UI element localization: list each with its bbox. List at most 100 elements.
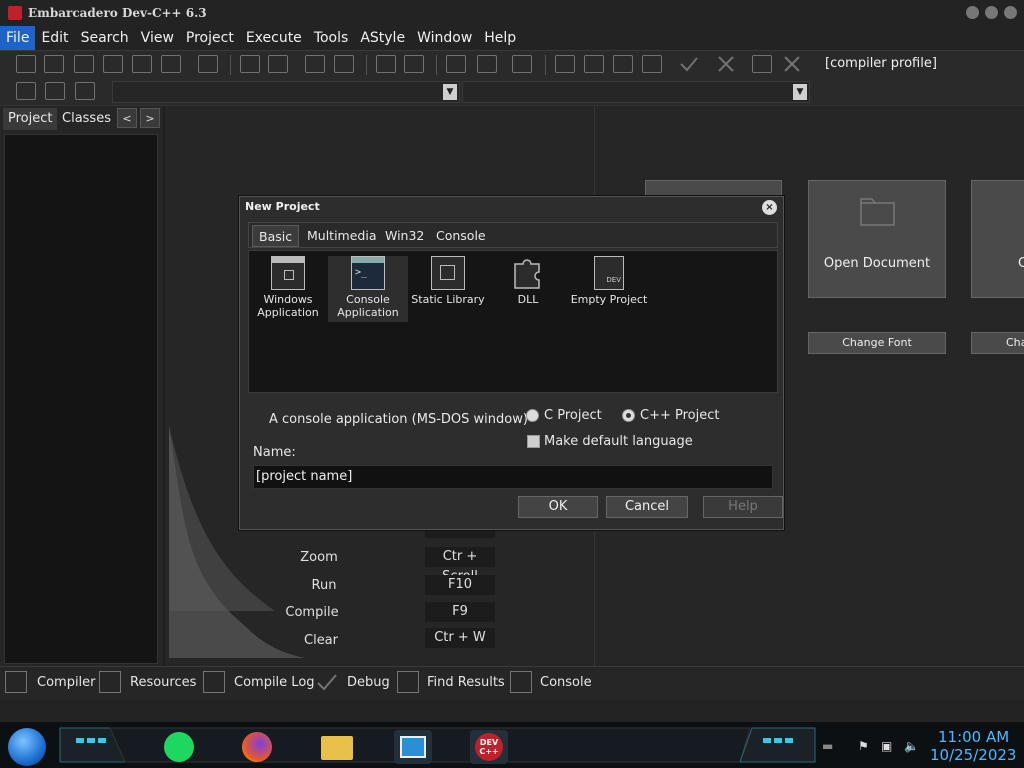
tab-console-output[interactable]: Console bbox=[540, 675, 592, 690]
clean-icon[interactable] bbox=[716, 55, 736, 73]
tab-multimedia[interactable]: Multimedia bbox=[301, 225, 383, 247]
template-label-line1: Static Library bbox=[411, 293, 485, 306]
project-name-input[interactable]: [project name] bbox=[253, 465, 773, 489]
menu-execute[interactable]: Execute bbox=[240, 26, 308, 50]
start-button[interactable] bbox=[8, 728, 46, 766]
project-options-icon[interactable] bbox=[512, 55, 532, 73]
network-icon[interactable]: ▣ bbox=[881, 739, 892, 753]
tab-find-results[interactable]: Find Results bbox=[427, 675, 505, 690]
redo-icon[interactable] bbox=[404, 55, 424, 73]
member-select[interactable]: ▼ bbox=[462, 81, 810, 103]
tab-basic[interactable]: Basic bbox=[252, 225, 300, 247]
maximize-button[interactable] bbox=[985, 6, 998, 19]
profile-chart-icon[interactable] bbox=[752, 55, 772, 73]
toolbar-separator bbox=[230, 55, 231, 75]
compiler-select[interactable]: [compiler profile] bbox=[820, 53, 1024, 75]
class-select[interactable]: ▼ bbox=[112, 81, 460, 103]
tab-debug[interactable]: Debug bbox=[347, 675, 390, 690]
shortcut-compile-label: Compile bbox=[285, 605, 339, 620]
goto-bookmark-icon[interactable] bbox=[75, 82, 95, 100]
undo-icon[interactable] bbox=[376, 55, 396, 73]
close-all-icon[interactable] bbox=[161, 55, 181, 73]
menu-edit[interactable]: Edit bbox=[35, 26, 74, 50]
project-tree[interactable] bbox=[4, 134, 158, 664]
rebuild-all-icon[interactable] bbox=[642, 55, 662, 73]
menu-help[interactable]: Help bbox=[478, 26, 522, 50]
menu-file[interactable]: File bbox=[0, 26, 36, 50]
shortcut-run-key: F10 bbox=[425, 575, 495, 595]
clock-time[interactable]: 11:00 AM bbox=[938, 728, 1009, 746]
insert-icon[interactable] bbox=[16, 82, 36, 100]
template-static-library[interactable]: Static Library bbox=[408, 256, 488, 306]
print-icon[interactable] bbox=[198, 55, 218, 73]
shortcut-zoom-key: Ctr + Scroll bbox=[425, 547, 495, 584]
spotify-icon[interactable] bbox=[160, 730, 198, 764]
change-font-button[interactable]: Change Font bbox=[808, 332, 946, 354]
tab-console[interactable]: Console bbox=[430, 225, 492, 247]
cpp-project-label[interactable]: C++ Project bbox=[640, 408, 719, 423]
find-icon[interactable] bbox=[240, 55, 260, 73]
change-button-partial[interactable]: Cha bbox=[971, 332, 1024, 354]
tab-compile-log[interactable]: Compile Log bbox=[234, 675, 315, 690]
window-app-icon bbox=[271, 256, 305, 290]
compile-icon[interactable] bbox=[555, 55, 575, 73]
photos-icon[interactable] bbox=[394, 730, 432, 764]
c-project-radio[interactable] bbox=[526, 409, 539, 422]
menu-view[interactable]: View bbox=[135, 26, 180, 50]
close-window-button[interactable] bbox=[1004, 6, 1017, 19]
dialog-close-icon[interactable]: × bbox=[762, 200, 777, 215]
ok-button[interactable]: OK bbox=[518, 496, 598, 518]
open-document-tile[interactable]: Open Document bbox=[808, 180, 946, 298]
tab-win32[interactable]: Win32 bbox=[379, 225, 430, 247]
action-center-flag-icon[interactable]: ⚑ bbox=[858, 739, 869, 753]
window-title: Embarcadero Dev-C++ 6.3 bbox=[28, 6, 207, 20]
tab-prev-button[interactable]: < bbox=[117, 108, 137, 128]
toolbar-separator bbox=[366, 55, 367, 75]
compile-run-icon[interactable] bbox=[613, 55, 633, 73]
make-default-checkbox[interactable] bbox=[527, 435, 540, 448]
menu-tools[interactable]: Tools bbox=[308, 26, 355, 50]
cpp-project-radio[interactable] bbox=[622, 409, 635, 422]
delete-profile-icon[interactable] bbox=[782, 55, 802, 73]
menu-window[interactable]: Window bbox=[411, 26, 478, 50]
open-folder-icon[interactable] bbox=[44, 55, 64, 73]
indent-icon[interactable] bbox=[305, 55, 325, 73]
make-default-label[interactable]: Make default language bbox=[544, 434, 693, 449]
minimize-button[interactable] bbox=[966, 6, 979, 19]
run-icon[interactable] bbox=[584, 55, 604, 73]
clock-date[interactable]: 10/25/2023 bbox=[930, 746, 1016, 764]
cancel-button[interactable]: Cancel bbox=[606, 496, 688, 518]
template-console-application[interactable]: >_ Console Application bbox=[328, 256, 408, 322]
new-file-icon[interactable] bbox=[16, 55, 36, 73]
menu-search[interactable]: Search bbox=[75, 26, 135, 50]
firefox-icon[interactable] bbox=[238, 730, 276, 764]
volume-icon[interactable]: 🔈 bbox=[904, 739, 919, 753]
toggle-bookmark-icon[interactable] bbox=[45, 82, 65, 100]
tab-resources[interactable]: Resources bbox=[130, 675, 196, 690]
welcome-tile-partial[interactable]: C bbox=[971, 180, 1024, 298]
title-bar: Embarcadero Dev-C++ 6.3 bbox=[0, 0, 1024, 26]
save-all-icon[interactable] bbox=[103, 55, 123, 73]
replace-icon[interactable] bbox=[268, 55, 288, 73]
check-syntax-icon[interactable] bbox=[679, 55, 699, 73]
template-windows-application[interactable]: Windows Application bbox=[248, 256, 328, 319]
remove-from-project-icon[interactable] bbox=[477, 55, 497, 73]
tab-compiler[interactable]: Compiler bbox=[37, 675, 96, 690]
template-empty-project[interactable]: DEV Empty Project bbox=[568, 256, 650, 306]
unindent-icon[interactable] bbox=[334, 55, 354, 73]
devcpp-taskbar-icon[interactable]: DEV C++ bbox=[470, 730, 508, 764]
menu-project[interactable]: Project bbox=[180, 26, 240, 50]
help-button[interactable]: Help bbox=[703, 496, 783, 518]
save-icon[interactable] bbox=[74, 55, 94, 73]
template-dll[interactable]: DLL bbox=[488, 256, 568, 306]
menu-astyle[interactable]: AStyle bbox=[354, 26, 411, 50]
template-label-line1: DLL bbox=[517, 293, 539, 306]
new-project-icon[interactable] bbox=[446, 55, 466, 73]
show-hidden-icons-icon[interactable]: ▬ bbox=[822, 739, 833, 753]
file-explorer-icon[interactable] bbox=[318, 730, 356, 764]
tab-project[interactable]: Project bbox=[3, 108, 58, 130]
tab-next-button[interactable]: > bbox=[140, 108, 160, 128]
tab-classes[interactable]: Classes bbox=[57, 108, 116, 130]
c-project-label[interactable]: C Project bbox=[544, 408, 602, 423]
close-file-icon[interactable] bbox=[132, 55, 152, 73]
